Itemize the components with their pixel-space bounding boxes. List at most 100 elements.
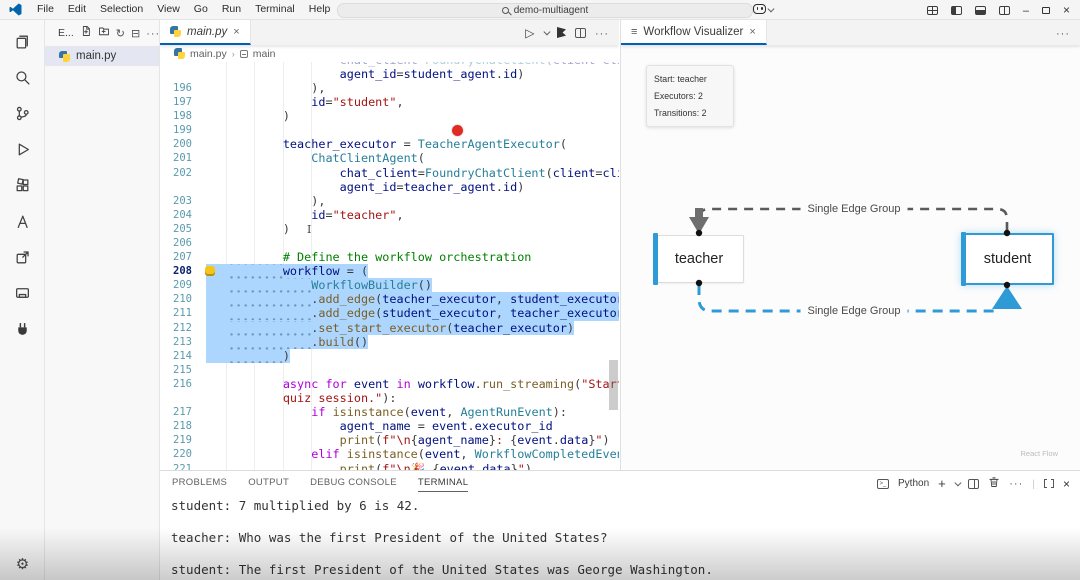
code-line-218[interactable]: 218 agent_name = event.executor_id [160,419,619,433]
explorer-icon[interactable] [14,33,31,50]
shell-label[interactable]: Python [898,478,929,489]
menu-terminal[interactable]: Terminal [248,0,302,19]
export-icon[interactable] [14,249,31,266]
close-tab-icon[interactable] [233,26,239,38]
tab-terminal[interactable]: TERMINAL [418,477,468,492]
code-line-204[interactable]: 204 id="teacher", [160,208,619,222]
tab-debug-console[interactable]: DEBUG CONSOLE [310,477,397,492]
lightbulb-icon[interactable] [205,266,215,276]
tab-mainpy[interactable]: main.py [160,20,251,45]
breadcrumb-file[interactable]: main.py [190,48,227,60]
new-folder-icon[interactable] [98,24,110,42]
symbol-icon [240,50,248,58]
close-tab-icon[interactable] [749,26,755,38]
close-window-icon[interactable] [1063,1,1070,19]
terminal-dropdown-icon[interactable] [955,480,961,486]
customize-layout-icon[interactable] [927,6,938,15]
new-file-icon[interactable] [80,24,92,42]
run-debug-icon[interactable] [14,141,31,158]
code-line-209[interactable]: 209 WorkflowBuilder() [160,278,619,292]
toggle-sidebar-icon[interactable] [951,6,962,15]
maximize-panel-icon[interactable] [1044,479,1054,488]
code-line-210[interactable]: 210 .add_edge(teacher_executor, student_… [160,292,619,306]
split-terminal-icon[interactable] [968,479,979,489]
code-line-wrap[interactable]: agent_id=teacher_agent.id) [160,180,619,194]
code-line-wrap[interactable]: agent_id=student_agent.id) [160,67,619,81]
terminal-output[interactable]: student: 7 multiplied by 6 is 42. teache… [171,498,1070,580]
search-icon [502,7,509,14]
settings-gear-icon[interactable] [16,556,29,573]
breadcrumb[interactable]: main.py › main [160,45,619,62]
code-line-212[interactable]: 212 .set_start_executor(teacher_executor… [160,321,619,335]
menu-help[interactable]: Help [302,0,338,19]
code-line-214[interactable]: 214 ) [160,349,619,363]
new-terminal-icon[interactable] [938,476,946,491]
chevron-down-icon [768,5,774,11]
menu-file[interactable]: File [30,0,61,19]
menu-selection[interactable]: Selection [93,0,150,19]
editor-scrollbar[interactable] [609,360,618,410]
code-line-213[interactable]: 213 .build() [160,335,619,349]
code-line-205[interactable]: 205 ) [160,222,619,236]
maximize-icon[interactable] [1042,7,1050,14]
code-line-220[interactable]: 220 elif isinstance(event, WorkflowCompl… [160,447,619,461]
remote-explorer-icon[interactable] [14,285,31,302]
command-search-input[interactable]: demo-multiagent [337,3,753,18]
kill-terminal-icon[interactable] [988,476,1000,491]
refresh-icon[interactable] [116,24,125,42]
visualizer-more-icon[interactable] [1056,24,1070,42]
menu-view[interactable]: View [150,0,187,19]
tab-problems[interactable]: PROBLEMS [172,477,227,492]
editor-group: chat_client=FoundryChatClient(client=cli… [160,20,619,470]
collapse-folders-icon[interactable] [131,24,140,42]
code-line-207[interactable]: 207 # Define the workflow orchestration [160,250,619,264]
code-line-196[interactable]: 196 ), [160,81,619,95]
minimize-icon[interactable] [1023,1,1029,19]
toggle-secondary-sidebar-icon[interactable] [999,6,1010,15]
editor-more-icon[interactable] [595,24,609,42]
menu-edit[interactable]: Edit [61,0,93,19]
code-line-215[interactable]: 215 [160,363,619,377]
tab-output[interactable]: OUTPUT [248,477,289,492]
code-line-206[interactable]: 206 [160,236,619,250]
split-editor-icon[interactable] [575,28,586,38]
menu-go[interactable]: Go [187,0,215,19]
run-file-icon[interactable] [525,24,534,42]
python-run-extension-icon[interactable] [557,27,566,38]
code-line-200[interactable]: 200 teacher_executor = TeacherAgentExecu… [160,137,619,151]
terminal-more-icon[interactable] [1009,478,1023,490]
workflow-canvas[interactable]: Start: teacher Executors: 2 Transitions:… [621,45,1080,470]
code-area[interactable]: chat_client=FoundryChatClient(client=cli… [160,53,619,470]
code-line-199[interactable]: 199 [160,123,619,137]
code-line-202[interactable]: 202 chat_client=FoundryChatClient(client… [160,166,619,180]
azure-icon[interactable] [14,213,31,230]
toggle-panel-icon[interactable] [975,6,986,15]
plugin-icon[interactable] [14,321,31,338]
code-line-219[interactable]: 219 print(f"\n{agent_name}: {event.data}… [160,433,619,447]
node-student[interactable]: student [961,233,1054,285]
code-line-208[interactable]: 208 workflow = ( [160,264,619,278]
code-line-201[interactable]: 201 ChatClientAgent( [160,151,619,165]
code-line-wrap[interactable]: quiz session."): [160,391,619,405]
run-dropdown-icon[interactable] [543,29,549,35]
code-line-203[interactable]: 203 ), [160,194,619,208]
explorer-more-icon[interactable] [146,24,160,42]
code-line-211[interactable]: 211 .add_edge(student_executor, teacher_… [160,306,619,320]
extensions-icon[interactable] [14,177,31,194]
breadcrumb-symbol[interactable]: main [253,48,276,60]
copilot-button[interactable] [753,4,773,14]
code-line-216[interactable]: 216 async for event in workflow.run_stre… [160,377,619,391]
line-number: 204 [160,208,206,222]
react-flow-attribution[interactable]: React Flow [1020,449,1058,458]
node-teacher[interactable]: teacher [654,235,744,283]
tab-workflow-visualizer[interactable]: Workflow Visualizer [621,20,767,45]
close-panel-icon[interactable] [1063,477,1070,491]
search-view-icon[interactable] [14,69,31,86]
code-line-197[interactable]: 197 id="student", [160,95,619,109]
file-item-mainpy[interactable]: main.py [45,46,159,66]
code-line-221[interactable]: 221 print(f"\n🎉 {event.data}") [160,462,619,470]
code-line-217[interactable]: 217 if isinstance(event, AgentRunEvent): [160,405,619,419]
menu-run[interactable]: Run [215,0,248,19]
code-line-198[interactable]: 198 ) [160,109,619,123]
source-control-icon[interactable] [14,105,31,122]
